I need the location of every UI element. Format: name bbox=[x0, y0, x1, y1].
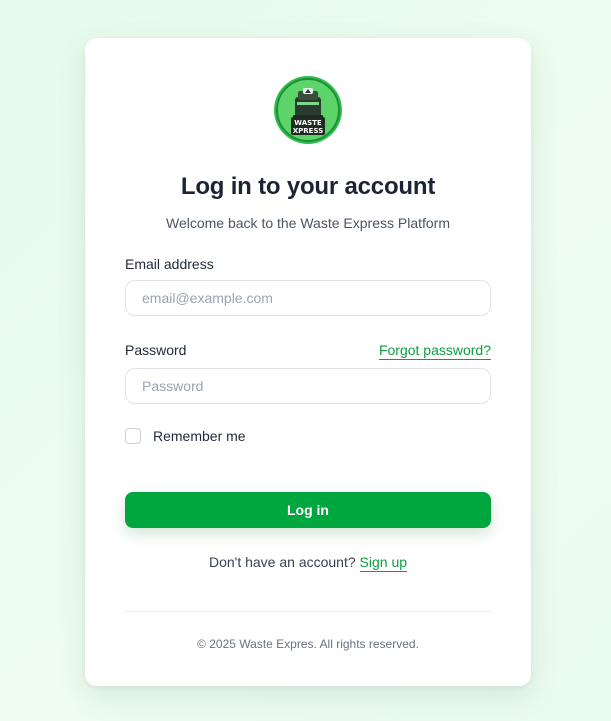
signup-row: Don't have an account? Sign up bbox=[85, 554, 531, 572]
email-label: Email address bbox=[125, 256, 214, 272]
footer-divider bbox=[125, 611, 491, 612]
signup-link[interactable]: Sign up bbox=[359, 554, 408, 572]
remember-me-checkbox[interactable] bbox=[125, 428, 141, 444]
signup-prompt: Don't have an account? bbox=[208, 554, 360, 570]
password-label: Password bbox=[125, 342, 187, 358]
page-title: Log in to your account bbox=[180, 173, 436, 200]
copyright-footer: © 2025 Waste Expres. All rights reserved… bbox=[197, 637, 419, 651]
logo-text-line1: WASTE bbox=[294, 119, 322, 127]
waste-express-logo-icon: WASTE XPRESS bbox=[273, 75, 343, 145]
forgot-password-link[interactable]: Forgot password? bbox=[378, 342, 491, 360]
remember-me-label[interactable]: Remember me bbox=[153, 428, 246, 444]
login-card: WASTE XPRESS Log in to your account Welc… bbox=[85, 38, 531, 686]
email-input[interactable] bbox=[125, 280, 491, 316]
logo-text-line2: XPRESS bbox=[293, 127, 323, 135]
password-input[interactable] bbox=[125, 368, 491, 404]
login-button[interactable]: Log in bbox=[125, 492, 491, 528]
page-subtitle: Welcome back to the Waste Express Platfo… bbox=[166, 215, 450, 231]
